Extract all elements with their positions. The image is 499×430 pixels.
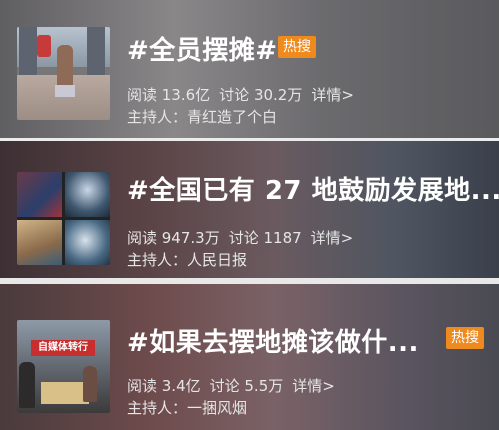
topic-card[interactable]: 自媒体转行 #如果去摆地摊该做什... 热搜 阅读 3.4亿 讨论 5.5万 详情>… [0, 284, 499, 430]
thumbnail-building [19, 27, 37, 77]
topic-host: 主持人：青红造了个白 [127, 108, 278, 126]
read-count: 阅读 947.3万 [127, 229, 220, 247]
topic-title[interactable]: #全国已有 27 地鼓励发展地... [127, 170, 499, 207]
topic-thumbnail[interactable]: 自媒体转行 [17, 320, 110, 413]
topic-stats: 阅读 3.4亿 讨论 5.5万 详情> [127, 375, 344, 396]
discussion-count: 讨论 30.2万 [219, 86, 303, 104]
details-link[interactable]: 详情> [311, 229, 354, 247]
thumbnail-building [87, 27, 105, 77]
thumbnail-object [37, 35, 51, 57]
thumbnail-sign: 自媒体转行 [31, 340, 95, 356]
thumbnail-tile [65, 172, 110, 217]
topic-title[interactable]: #如果去摆地摊该做什... [127, 322, 419, 359]
thumbnail-cart [41, 382, 89, 404]
thumbnail-tile [17, 220, 62, 265]
thumbnail-shorts [55, 85, 75, 97]
topic-stats: 阅读 13.6亿 讨论 30.2万 详情> [127, 84, 363, 105]
topic-card[interactable]: #全员摆摊# 热搜 阅读 13.6亿 讨论 30.2万 详情> 主持人：青红造了个白 [0, 0, 499, 138]
thumbnail-tile [17, 172, 62, 217]
topic-list: #全员摆摊# 热搜 阅读 13.6亿 讨论 30.2万 详情> 主持人：青红造了个白… [0, 0, 499, 430]
topic-card[interactable]: #全国已有 27 地鼓励发展地... 阅读 947.3万 讨论 1187 详情> 主… [0, 141, 499, 278]
thumbnail-person [19, 362, 35, 408]
hot-search-badge: 热搜 [446, 327, 484, 349]
details-link[interactable]: 详情> [311, 86, 354, 104]
topic-stats: 阅读 947.3万 讨论 1187 详情> [127, 227, 362, 248]
thumbnail-tile [65, 220, 110, 265]
topic-host: 主持人：一捆风烟 [127, 399, 248, 417]
read-count: 阅读 13.6亿 [127, 86, 211, 104]
discussion-count: 讨论 5.5万 [209, 377, 284, 395]
topic-thumbnail[interactable] [17, 172, 110, 265]
thumbnail-person [83, 366, 97, 402]
details-link[interactable]: 详情> [292, 377, 335, 395]
read-count: 阅读 3.4亿 [127, 377, 201, 395]
hot-search-badge: 热搜 [278, 36, 316, 58]
topic-title[interactable]: #全员摆摊# [127, 30, 278, 67]
discussion-count: 讨论 1187 [228, 229, 302, 247]
topic-thumbnail[interactable] [17, 27, 110, 120]
topic-host: 主持人：人民日报 [127, 251, 248, 269]
